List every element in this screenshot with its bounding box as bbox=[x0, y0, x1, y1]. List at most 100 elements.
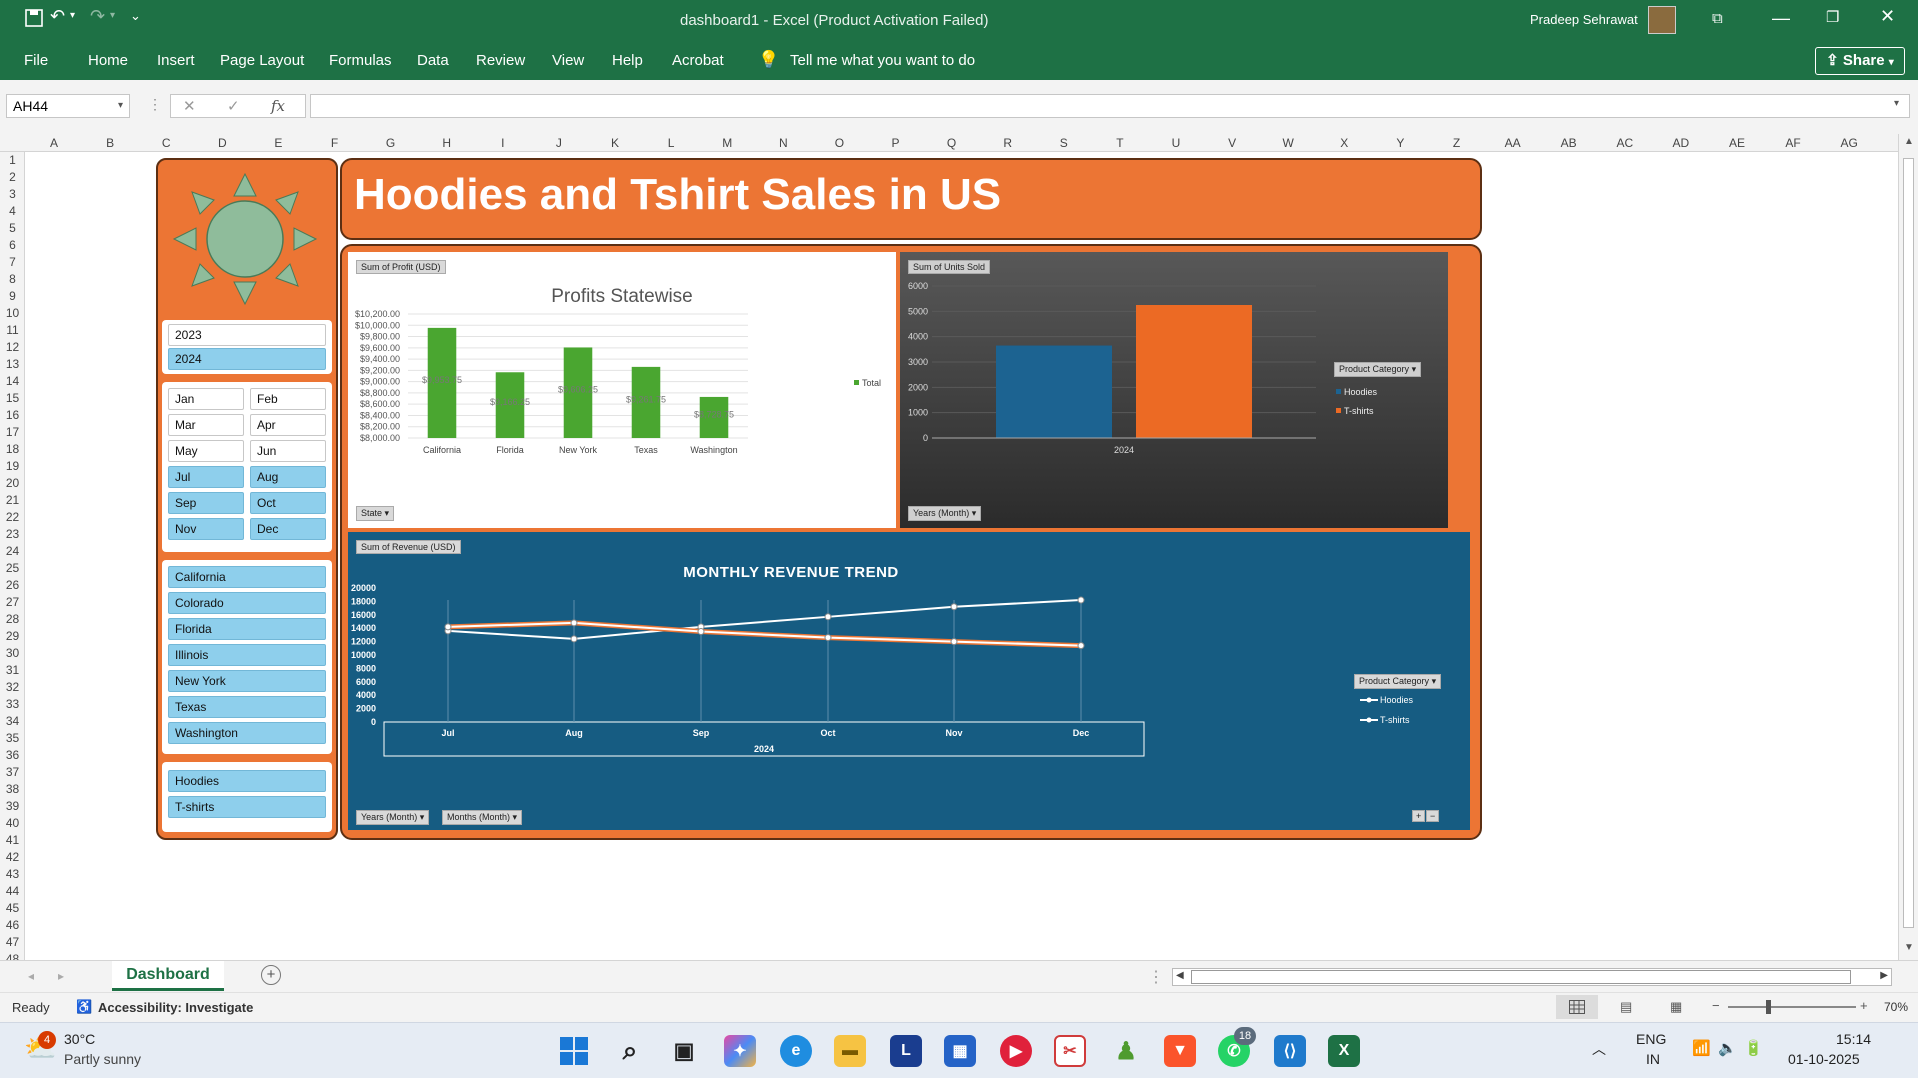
slicer-month-sep[interactable]: Sep bbox=[168, 492, 244, 514]
lang-bottom[interactable]: IN bbox=[1646, 1051, 1660, 1067]
column-header[interactable]: AF bbox=[1765, 136, 1821, 150]
column-header[interactable]: G bbox=[363, 136, 419, 150]
column-header[interactable]: Z bbox=[1429, 136, 1485, 150]
row-header[interactable]: 25 bbox=[0, 560, 24, 577]
undo-icon[interactable]: ↶ bbox=[50, 6, 65, 27]
row-header[interactable]: 11 bbox=[0, 322, 24, 339]
row-header[interactable]: 16 bbox=[0, 407, 24, 424]
row-header[interactable]: 26 bbox=[0, 577, 24, 594]
expand-field-button[interactable]: + bbox=[1412, 810, 1426, 822]
slicer-month-jul[interactable]: Jul bbox=[168, 466, 244, 488]
brave-icon[interactable]: ▼ bbox=[1164, 1035, 1196, 1067]
store-icon[interactable]: ▦ bbox=[944, 1035, 976, 1067]
row-header[interactable]: 7 bbox=[0, 254, 24, 271]
column-header[interactable]: N bbox=[755, 136, 811, 150]
slicer-month-mar[interactable]: Mar bbox=[168, 414, 244, 436]
slicer-month-jan[interactable]: Jan bbox=[168, 388, 244, 410]
zoom-thumb[interactable] bbox=[1766, 1000, 1771, 1014]
tab-help[interactable]: Help bbox=[612, 52, 643, 69]
row-header[interactable]: 31 bbox=[0, 662, 24, 679]
column-header[interactable]: T bbox=[1092, 136, 1148, 150]
row-header[interactable]: 1 bbox=[0, 152, 24, 169]
filter-icon[interactable]: ▾ bbox=[513, 812, 518, 822]
row-header[interactable]: 22 bbox=[0, 509, 24, 526]
row-header[interactable]: 48 bbox=[0, 951, 24, 960]
weather-temp[interactable]: 30°C bbox=[64, 1031, 95, 1047]
tab-insert[interactable]: Insert bbox=[157, 52, 195, 69]
tab-file[interactable]: File bbox=[24, 52, 48, 69]
row-header[interactable]: 46 bbox=[0, 917, 24, 934]
row-header[interactable]: 34 bbox=[0, 713, 24, 730]
column-header[interactable]: I bbox=[475, 136, 531, 150]
column-header[interactable]: Y bbox=[1372, 136, 1428, 150]
edge-icon[interactable]: e bbox=[780, 1035, 812, 1067]
tab-review[interactable]: Review bbox=[476, 52, 525, 69]
column-header[interactable]: W bbox=[1260, 136, 1316, 150]
slicer-month-jun[interactable]: Jun bbox=[250, 440, 326, 462]
column-header[interactable]: AB bbox=[1541, 136, 1597, 150]
normal-view-button[interactable] bbox=[1556, 995, 1598, 1019]
slicer-product-hoodies[interactable]: Hoodies bbox=[168, 770, 326, 792]
file-explorer-icon[interactable]: ▬ bbox=[834, 1035, 866, 1067]
axis-chip-state[interactable]: State ▾ bbox=[356, 506, 395, 521]
row-header[interactable]: 38 bbox=[0, 781, 24, 798]
worksheet[interactable]: 2023 2024 Jan Feb Mar Apr May Jun Jul Au… bbox=[26, 152, 1898, 960]
clock-date[interactable]: 01-10-2025 bbox=[1788, 1051, 1860, 1067]
revenue-chart[interactable]: Sum of Revenue (USD) MONTHLY REVENUE TRE… bbox=[348, 532, 1470, 830]
slicer-month-dec[interactable]: Dec bbox=[250, 518, 326, 540]
row-header[interactable]: 44 bbox=[0, 883, 24, 900]
tell-me-search[interactable]: Tell me what you want to do bbox=[790, 52, 975, 69]
row-header[interactable]: 23 bbox=[0, 526, 24, 543]
tab-formulas[interactable]: Formulas bbox=[329, 52, 392, 69]
save-icon[interactable] bbox=[24, 8, 44, 33]
column-header[interactable]: AC bbox=[1597, 136, 1653, 150]
column-header[interactable]: AD bbox=[1653, 136, 1709, 150]
row-header[interactable]: 15 bbox=[0, 390, 24, 407]
tab-home[interactable]: Home bbox=[88, 52, 128, 69]
column-header[interactable]: F bbox=[307, 136, 363, 150]
slicer-state-california[interactable]: California bbox=[168, 566, 326, 588]
battery-icon[interactable]: 🔋 bbox=[1744, 1039, 1763, 1057]
tab-data[interactable]: Data bbox=[417, 52, 449, 69]
horizontal-scrollbar[interactable]: ◀ ▶ bbox=[1172, 968, 1892, 986]
row-header[interactable]: 28 bbox=[0, 611, 24, 628]
accessibility-status[interactable]: Accessibility: Investigate bbox=[98, 1000, 253, 1015]
filter-icon[interactable]: ▾ bbox=[385, 508, 390, 518]
scroll-down-icon[interactable]: ▼ bbox=[1904, 942, 1914, 953]
column-header[interactable]: L bbox=[643, 136, 699, 150]
axis-chip-months-month[interactable]: Months (Month) ▾ bbox=[442, 810, 523, 825]
column-header[interactable]: M bbox=[699, 136, 755, 150]
accessibility-icon[interactable]: ♿ bbox=[76, 999, 92, 1015]
lang-top[interactable]: ENG bbox=[1636, 1031, 1666, 1047]
column-header[interactable]: A bbox=[26, 136, 82, 150]
column-header[interactable]: E bbox=[250, 136, 306, 150]
chess-icon[interactable]: ♟ bbox=[1110, 1035, 1142, 1067]
row-header[interactable]: 35 bbox=[0, 730, 24, 747]
copilot-icon[interactable]: ✦ bbox=[724, 1035, 756, 1067]
axis-chip-years[interactable]: Years (Month) ▾ bbox=[908, 506, 982, 521]
slicer-month-oct[interactable]: Oct bbox=[250, 492, 326, 514]
minimize-icon[interactable]: — bbox=[1772, 8, 1790, 29]
row-header[interactable]: 17 bbox=[0, 424, 24, 441]
column-header[interactable]: AA bbox=[1485, 136, 1541, 150]
zoom-slider[interactable] bbox=[1728, 1006, 1856, 1008]
row-header[interactable]: 21 bbox=[0, 492, 24, 509]
column-header[interactable]: X bbox=[1316, 136, 1372, 150]
row-header[interactable]: 39 bbox=[0, 798, 24, 815]
row-header[interactable]: 9 bbox=[0, 288, 24, 305]
slicer-month-may[interactable]: May bbox=[168, 440, 244, 462]
column-header[interactable]: J bbox=[531, 136, 587, 150]
slicer-state-florida[interactable]: Florida bbox=[168, 618, 326, 640]
prev-sheet-icon[interactable]: ◂ bbox=[28, 969, 34, 983]
l-app-icon[interactable]: L bbox=[890, 1035, 922, 1067]
slicer-product-tshirts[interactable]: T-shirts bbox=[168, 796, 326, 818]
sheet-tab-dashboard[interactable]: Dashboard bbox=[112, 961, 224, 991]
undo-dropdown-icon[interactable]: ▾ bbox=[70, 10, 75, 21]
scroll-up-icon[interactable]: ▲ bbox=[1904, 136, 1914, 147]
row-header[interactable]: 40 bbox=[0, 815, 24, 832]
row-header[interactable]: 24 bbox=[0, 543, 24, 560]
search-icon[interactable]: ⌕ bbox=[614, 1035, 646, 1067]
column-header[interactable]: P bbox=[868, 136, 924, 150]
vertical-scrollbar[interactable]: ▲ ▼ bbox=[1898, 134, 1918, 960]
expand-formula-icon[interactable]: ▾ bbox=[1894, 98, 1899, 109]
